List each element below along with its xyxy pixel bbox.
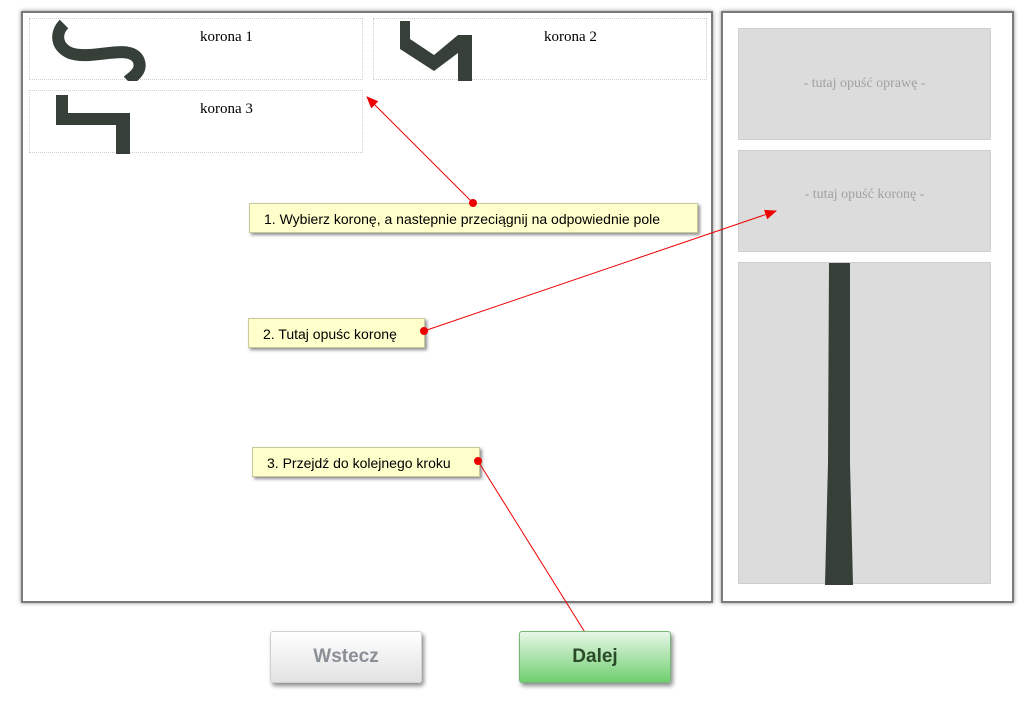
- crown-card-2-label: korona 2: [544, 29, 597, 45]
- tip-step-1: 1. Wybierz koronę, a nastepnie przeciągn…: [249, 203, 698, 233]
- crown-selection-panel: korona 1 korona 2 korona 3: [21, 11, 713, 603]
- frame-dropzone-placeholder: - tutaj opuść oprawę -: [803, 76, 926, 91]
- crown-card-2[interactable]: korona 2: [373, 18, 707, 81]
- frame-dropzone[interactable]: - tutaj opuść oprawę -: [738, 28, 991, 140]
- crown-card-1-label: korona 1: [200, 29, 253, 45]
- shaft-preview: [738, 262, 991, 585]
- crown-dropzone[interactable]: - tutaj opuść koronę -: [738, 150, 991, 252]
- shaft-profile-icon: [825, 263, 853, 585]
- tip-step-2: 2. Tutaj opuśc koronę: [248, 318, 425, 348]
- back-button[interactable]: Wstecz: [270, 631, 422, 683]
- crown-card-3-label: korona 3: [200, 101, 253, 117]
- next-button[interactable]: Dalej: [519, 631, 671, 683]
- crown-card-1[interactable]: korona 1: [29, 18, 363, 81]
- tip-step-3: 3. Przejdź do kolejnego kroku: [252, 447, 480, 477]
- assembly-panel: - tutaj opuść oprawę - - tutaj opuść kor…: [721, 11, 1014, 603]
- crown-card-3[interactable]: korona 3: [29, 90, 363, 154]
- crown-dropzone-placeholder: - tutaj opuść koronę -: [804, 187, 925, 202]
